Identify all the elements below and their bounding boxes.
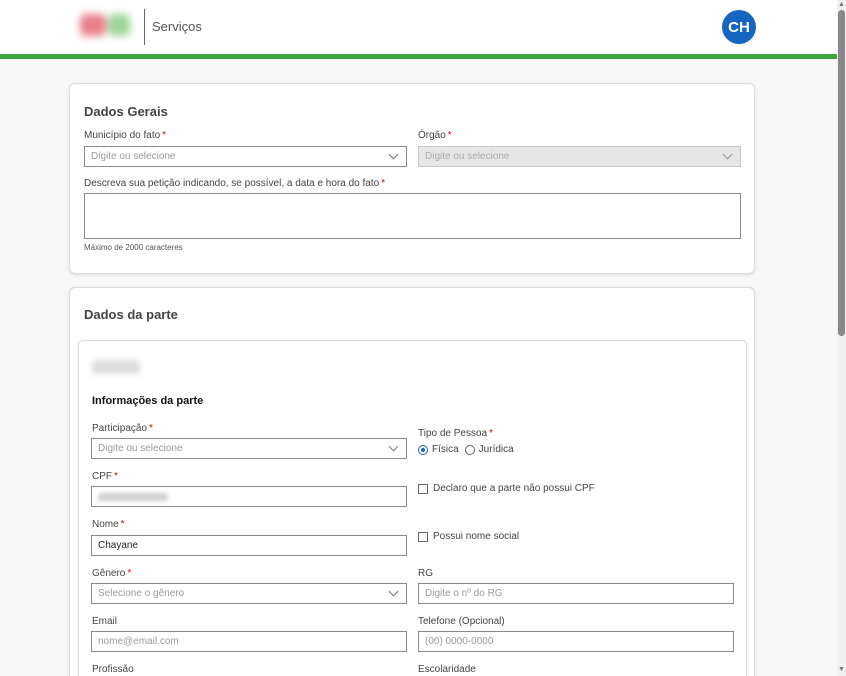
- radio-fisica-label[interactable]: Física: [432, 444, 459, 455]
- participacao-placeholder: Digite ou selecione: [98, 443, 183, 454]
- informacoes-title: Informações da parte: [92, 395, 204, 407]
- scroll-up-arrow-icon[interactable]: ▲: [838, 1, 845, 8]
- municipio-label: Município do fato *: [84, 130, 167, 141]
- radio-fisica[interactable]: [418, 444, 428, 455]
- rg-label: RG: [418, 568, 433, 579]
- telefone-input[interactable]: (00) 0000-0000: [418, 631, 734, 652]
- nome-social-label[interactable]: Possui nome social: [433, 531, 519, 542]
- participacao-select[interactable]: Digite ou selecione: [91, 438, 407, 459]
- descricao-hint: Máximo de 2000 caracteres: [84, 243, 183, 252]
- nome-social-checkbox-row[interactable]: Possui nome social: [418, 531, 519, 542]
- email-label: Email: [92, 616, 118, 627]
- nome-label: Nome *: [92, 519, 125, 530]
- email-input[interactable]: nome@email.com: [91, 631, 407, 652]
- genero-select[interactable]: Selecione o gênero: [91, 583, 407, 604]
- radio-juridica[interactable]: [464, 444, 475, 455]
- descricao-textarea[interactable]: [84, 193, 741, 239]
- chevron-down-icon: [388, 586, 399, 597]
- orgao-select[interactable]: Digite ou selecione: [418, 146, 741, 167]
- nome-social-checkbox[interactable]: [418, 531, 428, 542]
- cpf-label: CPF *: [92, 471, 118, 482]
- chevron-down-icon: [388, 149, 399, 160]
- orgao-label: Órgão *: [418, 130, 452, 141]
- cpf-no-checkbox[interactable]: [418, 483, 428, 494]
- escolaridade-label: Escolaridade: [418, 664, 476, 675]
- municipio-select[interactable]: Digite ou selecione: [84, 146, 407, 167]
- nome-value: Chayane: [98, 540, 139, 551]
- telefone-label: Telefone (Opcional): [418, 616, 505, 627]
- tipo-pessoa-radio-group: Física Jurídica: [418, 444, 514, 455]
- descricao-label: Descreva sua petição indicando, se possí…: [84, 178, 386, 189]
- nome-input[interactable]: Chayane: [91, 535, 407, 556]
- top-header: Serviços CH: [0, 0, 837, 54]
- profissao-label: Profissão: [92, 664, 134, 675]
- radio-juridica-label[interactable]: Jurídica: [479, 444, 514, 455]
- genero-placeholder: Selecione o gênero: [98, 588, 185, 599]
- cpf-input[interactable]: [91, 486, 407, 507]
- orgao-placeholder: Digite ou selecione: [425, 151, 510, 162]
- accent-bar: [0, 54, 837, 59]
- dados-gerais-title: Dados Gerais: [84, 104, 168, 119]
- chevron-down-icon: [722, 149, 733, 160]
- email-placeholder: nome@email.com: [98, 636, 179, 647]
- page-scrollbar[interactable]: ▲ ▼: [837, 0, 846, 676]
- telefone-placeholder: (00) 0000-0000: [425, 636, 494, 647]
- rg-placeholder: Digite o nº do RG: [425, 588, 503, 599]
- scroll-thumb[interactable]: [838, 10, 845, 336]
- parte-tag-blurred: [92, 360, 140, 374]
- parte-inner-card: [78, 340, 747, 676]
- chevron-down-icon: [388, 441, 399, 452]
- genero-label: Gênero *: [92, 568, 132, 579]
- scroll-down-arrow-icon[interactable]: ▼: [838, 666, 845, 673]
- rg-input[interactable]: Digite o nº do RG: [418, 583, 734, 604]
- municipio-placeholder: Digite ou selecione: [91, 151, 176, 162]
- participacao-label: Participação *: [92, 423, 153, 434]
- user-avatar[interactable]: CH: [722, 10, 756, 44]
- dados-parte-title: Dados da parte: [84, 307, 178, 322]
- app-title: Serviços: [152, 19, 202, 34]
- brand-logo[interactable]: [80, 8, 134, 44]
- tipo-pessoa-label: Tipo de Pessoa *: [418, 428, 494, 439]
- cpf-no-label[interactable]: Declaro que a parte não possui CPF: [433, 483, 595, 494]
- cpf-value-blurred: [98, 492, 168, 501]
- header-divider: [144, 9, 145, 45]
- cpf-no-checkbox-row[interactable]: Declaro que a parte não possui CPF: [418, 483, 595, 494]
